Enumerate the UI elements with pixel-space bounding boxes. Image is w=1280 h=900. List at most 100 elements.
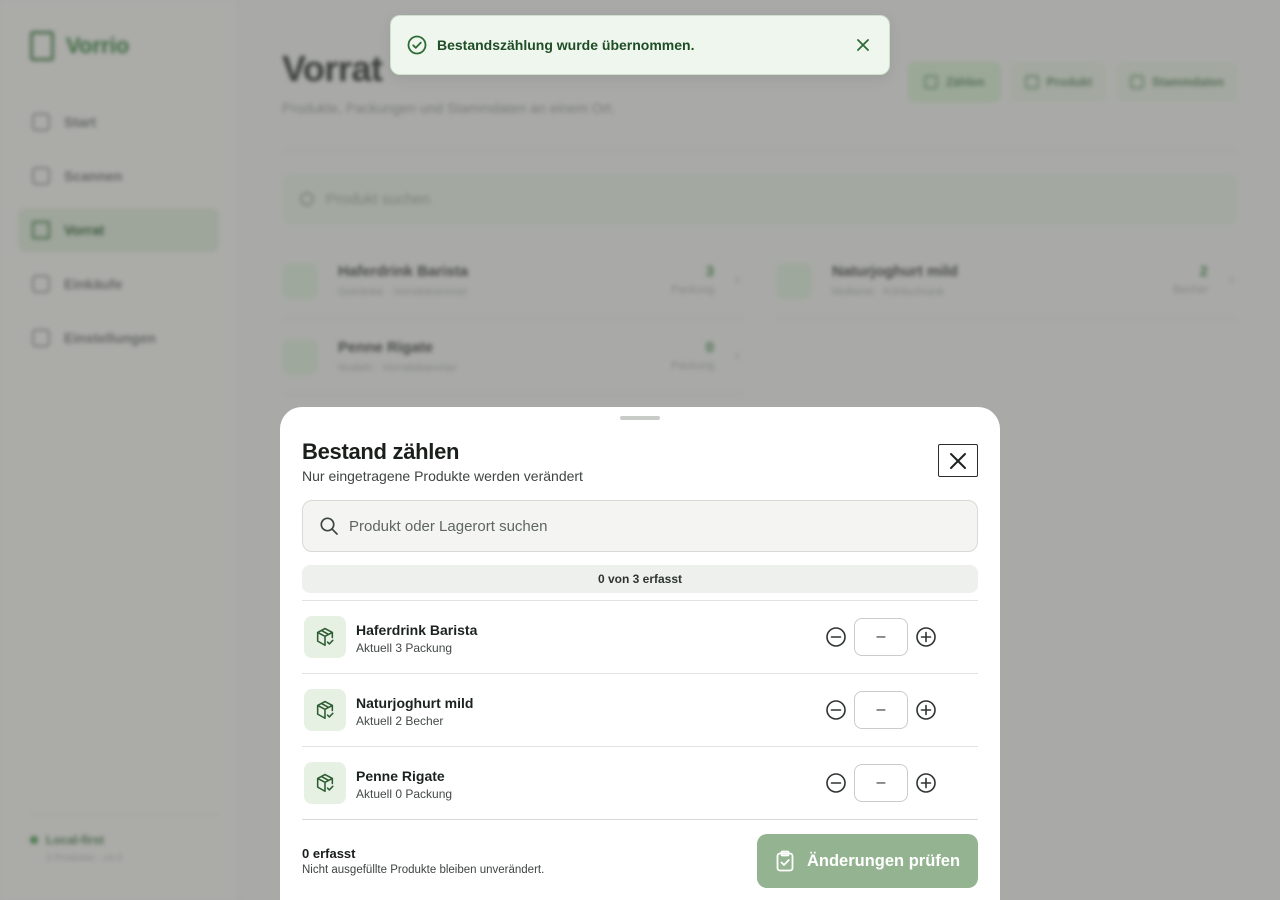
product-card[interactable]: Haferdrink Barista Getränke · Vorratskamm… (282, 243, 744, 319)
count-item-current: Aktuell 2 Becher (356, 714, 444, 728)
product-meta: Molkerei · Kühlschrank (832, 286, 944, 298)
count-button-label: Zählen (945, 75, 985, 89)
chevron-right-icon: › (1228, 271, 1234, 288)
toast-close-button[interactable] (853, 35, 873, 55)
review-changes-button[interactable]: Änderungen prüfen (757, 834, 978, 888)
search-icon (320, 517, 338, 535)
product-qty: 0 (705, 339, 714, 356)
count-item-current: Aktuell 3 Packung (356, 641, 453, 655)
add-product-button[interactable]: Produkt (1010, 62, 1106, 102)
plus-circle-icon[interactable] (915, 626, 937, 648)
footer-divider (302, 819, 978, 820)
chevron-right-icon: › (734, 271, 740, 288)
sidebar-item-scannen[interactable]: Scannen (18, 154, 219, 198)
count-progress: 0 von 3 erfasst (302, 565, 978, 593)
count-row: Penne Rigate Aktuell 0 Packung (302, 747, 978, 820)
history-icon (32, 275, 50, 293)
status-sub: 3 Produkte · v4.0 (46, 853, 123, 864)
sheet-close-button[interactable] (938, 444, 978, 477)
product-meta: Getränke · Vorratskammer (338, 286, 468, 298)
count-list: Haferdrink Barista Aktuell 3 Packung Nat… (302, 600, 978, 820)
brand[interactable]: Vorrio (18, 30, 219, 62)
database-icon (1129, 75, 1144, 89)
product-card[interactable]: Penne Rigate Nudeln · Vorratskammer 0 Pack… (282, 319, 744, 395)
clipboard-icon (923, 75, 938, 89)
review-changes-label: Änderungen prüfen (806, 851, 961, 870)
product-unit: Packung (671, 360, 714, 372)
sidebar-item-einstellungen[interactable]: Einstellungen (18, 316, 219, 360)
plus-icon (1024, 75, 1039, 89)
product-unit: Becher (1173, 284, 1208, 296)
sidebar-item-label: Scannen (64, 168, 123, 184)
check-circle-icon (407, 35, 427, 55)
product-search[interactable]: Produkt suchen (282, 173, 1238, 225)
quantity-input[interactable] (854, 618, 908, 656)
count-sheet: Bestand zählen Nur eingetragene Produkte… (280, 407, 1000, 900)
count-item-name: Penne Rigate (356, 768, 445, 784)
clipboard-check-icon (776, 850, 794, 872)
master-data-button[interactable]: Stammdaten (1115, 62, 1238, 102)
brand-name: Vorrio (66, 33, 130, 58)
sidebar-item-label: Einkäufe (64, 276, 123, 292)
status-label: Local-first (46, 833, 105, 847)
count-row: Haferdrink Barista Aktuell 3 Packung (302, 601, 978, 674)
sheet-search-input[interactable] (349, 501, 977, 551)
sidebar-item-einkaeufe[interactable]: Einkäufe (18, 262, 219, 306)
gear-icon (32, 329, 50, 347)
product-name: Haferdrink Barista (338, 263, 469, 280)
package-check-icon (304, 689, 346, 731)
product-card[interactable]: Naturjoghurt mild Molkerei · Kühlschrank … (776, 243, 1238, 319)
close-icon (950, 452, 966, 469)
product-name: Penne Rigate (338, 339, 434, 356)
package-icon (282, 338, 318, 375)
sidebar-nav: Start Scannen Vorrat Einkäufe Einstellun… (18, 100, 219, 360)
count-item-name: Naturjoghurt mild (356, 695, 474, 711)
minus-circle-icon[interactable] (825, 772, 847, 794)
count-item-current: Aktuell 0 Packung (356, 787, 453, 801)
chevron-right-icon: › (734, 347, 740, 364)
counted-summary: 0 erfasst (302, 846, 356, 861)
minus-circle-icon[interactable] (825, 626, 847, 648)
footer-hint: Nicht ausgefüllte Produkte bleiben unver… (302, 864, 545, 876)
sidebar-item-label: Vorrat (64, 222, 105, 238)
progress-text: 0 von 3 erfasst (597, 572, 683, 586)
product-meta: Nudeln · Vorratskammer (338, 362, 458, 374)
minus-circle-icon[interactable] (825, 699, 847, 721)
product-qty: 2 (1199, 263, 1208, 280)
sidebar-item-label: Start (64, 114, 96, 130)
product-search-placeholder: Produkt suchen (326, 190, 431, 208)
sheet-drag-handle[interactable] (620, 416, 660, 420)
divider (282, 150, 1238, 151)
quantity-input[interactable] (854, 764, 908, 802)
package-check-icon (304, 616, 346, 658)
logo-icon (30, 31, 54, 61)
barcode-icon (32, 167, 50, 185)
toast-message: Bestandszählung wurde übernommen. (437, 37, 695, 53)
home-icon (32, 113, 50, 131)
sheet-search[interactable] (302, 500, 978, 552)
add-product-label: Produkt (1046, 75, 1092, 89)
product-qty: 3 (705, 263, 714, 280)
sidebar-item-start[interactable]: Start (18, 100, 219, 144)
quantity-input[interactable] (854, 691, 908, 729)
plus-circle-icon[interactable] (915, 699, 937, 721)
package-icon (776, 262, 812, 299)
plus-circle-icon[interactable] (915, 772, 937, 794)
page-subtitle: Produkte, Packungen und Stammdaten an ei… (282, 100, 616, 116)
count-button[interactable]: Zählen (907, 62, 1001, 102)
count-row: Naturjoghurt mild Aktuell 2 Becher (302, 674, 978, 747)
product-name: Naturjoghurt mild (832, 263, 958, 280)
close-icon (857, 39, 869, 51)
sidebar-item-vorrat[interactable]: Vorrat (18, 208, 219, 252)
sync-status: Local-first 3 Produkte · v4.0 (30, 814, 219, 864)
success-toast: Bestandszählung wurde übernommen. (390, 15, 890, 75)
count-item-name: Haferdrink Barista (356, 622, 478, 638)
package-icon (282, 262, 318, 299)
sidebar-item-label: Einstellungen (64, 330, 156, 346)
sidebar: Vorrio Start Scannen Vorrat Einkäufe Ein… (0, 0, 238, 900)
package-check-icon (304, 762, 346, 804)
master-data-label: Stammdaten (1151, 75, 1224, 89)
box-icon (32, 221, 50, 239)
sheet-subtitle: Nur eingetragene Produkte werden verände… (302, 468, 583, 484)
product-unit: Packung (671, 284, 714, 296)
